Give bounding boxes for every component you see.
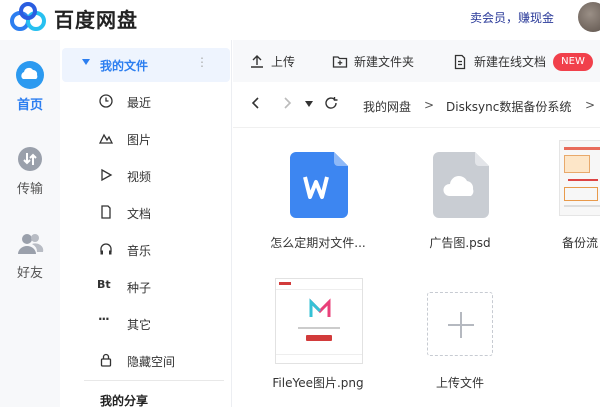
backup-flow-thumbnail (559, 140, 600, 216)
file-item-png[interactable]: FileYee图片.png (258, 276, 378, 392)
sidebar-divider (84, 380, 224, 381)
sidebar-item-torrents[interactable]: Bt 种子 (60, 272, 232, 302)
file-item-backup-flow[interactable]: 备份流 (545, 140, 600, 258)
file-item-psd[interactable]: 广告图.psd (400, 148, 520, 258)
add-folder-icon (332, 56, 348, 68)
doc-icon (454, 54, 466, 70)
left-rail: 首页 传输 好友 (0, 40, 60, 407)
lock-icon (100, 353, 112, 367)
upload-label: 上传 (271, 55, 296, 69)
bt-icon: Bt (97, 278, 111, 291)
rail-label-friends: 好友 (16, 266, 43, 281)
back-arrow-icon[interactable] (249, 96, 263, 110)
friends-icon (18, 234, 44, 254)
plus-icon (448, 312, 474, 338)
top-bar: 百度网盘 卖会员，赚现金 (0, 0, 600, 40)
file-sidebar: 我的文件 ⋮ 最近 图片 视频 文档 音乐 Bt 种子 ··· 其它 隐藏空间 … (60, 40, 232, 407)
history-dropdown-icon[interactable] (305, 101, 313, 107)
transfer-icon (18, 147, 42, 171)
rail-item-home[interactable]: 首页 (0, 60, 60, 113)
vip-promo-link[interactable]: 卖会员，赚现金 (470, 9, 554, 26)
baidu-netdisk-window: 百度网盘 卖会员，赚现金 首页 传输 好友 我的文件 ⋮ 最近 图片 视频 文档… (0, 0, 600, 407)
baidu-netdisk-logo-icon[interactable] (8, 2, 48, 32)
file-name: 上传文件 (435, 376, 484, 390)
headphones-icon (100, 243, 112, 255)
brand-title: 百度网盘 (54, 8, 138, 32)
clock-icon (99, 94, 113, 108)
rail-item-friends[interactable]: 好友 (0, 228, 60, 281)
sidebar-item-my-share[interactable]: 我的分享 (100, 392, 148, 407)
sidebar-item-label: 种子 (127, 281, 152, 295)
breadcrumb-separator: > (424, 98, 435, 112)
image-icon (99, 133, 113, 144)
play-icon (101, 168, 113, 182)
sidebar-item-images[interactable]: 图片 (60, 124, 232, 154)
file-item-word[interactable]: 怎么定期对文件... (258, 148, 378, 258)
sidebar-item-label: 音乐 (127, 244, 152, 258)
sidebar-section-label: 我的文件 (100, 59, 149, 73)
upload-file-tile[interactable]: 上传文件 (400, 276, 520, 392)
new-online-doc-label: 新建在线文档 (474, 55, 547, 69)
refresh-icon[interactable] (324, 96, 338, 110)
sidebar-item-label: 视频 (127, 170, 152, 184)
more-icon: ··· (98, 312, 110, 326)
fileyee-logo-icon (309, 298, 331, 317)
sidebar-item-documents[interactable]: 文档 (60, 198, 232, 228)
more-vertical-icon[interactable]: ⋮ (196, 55, 208, 69)
file-name: 备份流 (562, 236, 599, 250)
new-folder-button[interactable]: 新建文件夹 (332, 53, 432, 71)
breadcrumb-root[interactable]: 我的网盘 (363, 98, 411, 115)
fileyee-png-thumbnail (275, 278, 363, 364)
rail-item-transfer[interactable]: 传输 (0, 144, 60, 197)
new-folder-label: 新建文件夹 (354, 55, 415, 69)
new-online-doc-button[interactable]: 新建在线文档 (452, 53, 552, 71)
breadcrumb-current-folder[interactable]: Disksync数据备份系统 (446, 98, 571, 115)
avatar[interactable] (578, 2, 600, 32)
upload-button[interactable]: 上传 (249, 53, 309, 71)
upload-placeholder[interactable] (427, 292, 493, 356)
caret-down-icon[interactable] (82, 59, 90, 65)
sidebar-item-videos[interactable]: 视频 (60, 161, 232, 191)
toolbar: 上传 新建文件夹 新建在线文档 (233, 40, 600, 82)
navigation-bar: 我的网盘 > Disksync数据备份系统 > (233, 82, 600, 128)
forward-arrow-icon[interactable] (280, 96, 294, 110)
sidebar-item-my-files[interactable]: 我的文件 ⋮ (62, 48, 230, 82)
upload-icon (251, 55, 263, 68)
file-name: 广告图.psd (429, 236, 491, 250)
sidebar-item-label: 隐藏空间 (127, 355, 176, 369)
sidebar-item-label: 文档 (127, 207, 152, 221)
sidebar-item-label: 图片 (127, 133, 152, 147)
sidebar-item-label: 最近 (127, 96, 152, 110)
sidebar-item-other[interactable]: ··· 其它 (60, 309, 232, 339)
sidebar-item-music[interactable]: 音乐 (60, 235, 232, 265)
sidebar-item-recent[interactable]: 最近 (60, 87, 232, 117)
file-name: FileYee图片.png (272, 376, 364, 390)
breadcrumb-separator: > (585, 98, 596, 112)
cloud-icon (16, 61, 44, 89)
rail-label-transfer: 传输 (16, 182, 43, 197)
document-icon (101, 205, 111, 219)
rail-label-home: 首页 (16, 98, 43, 113)
file-name: 怎么定期对文件... (270, 236, 366, 250)
word-document-icon (290, 152, 348, 218)
new-badge: NEW (553, 53, 593, 71)
cloud-file-icon (433, 152, 489, 218)
sidebar-item-hidden-space[interactable]: 隐藏空间 (60, 346, 232, 376)
sidebar-item-label: 其它 (127, 318, 152, 332)
